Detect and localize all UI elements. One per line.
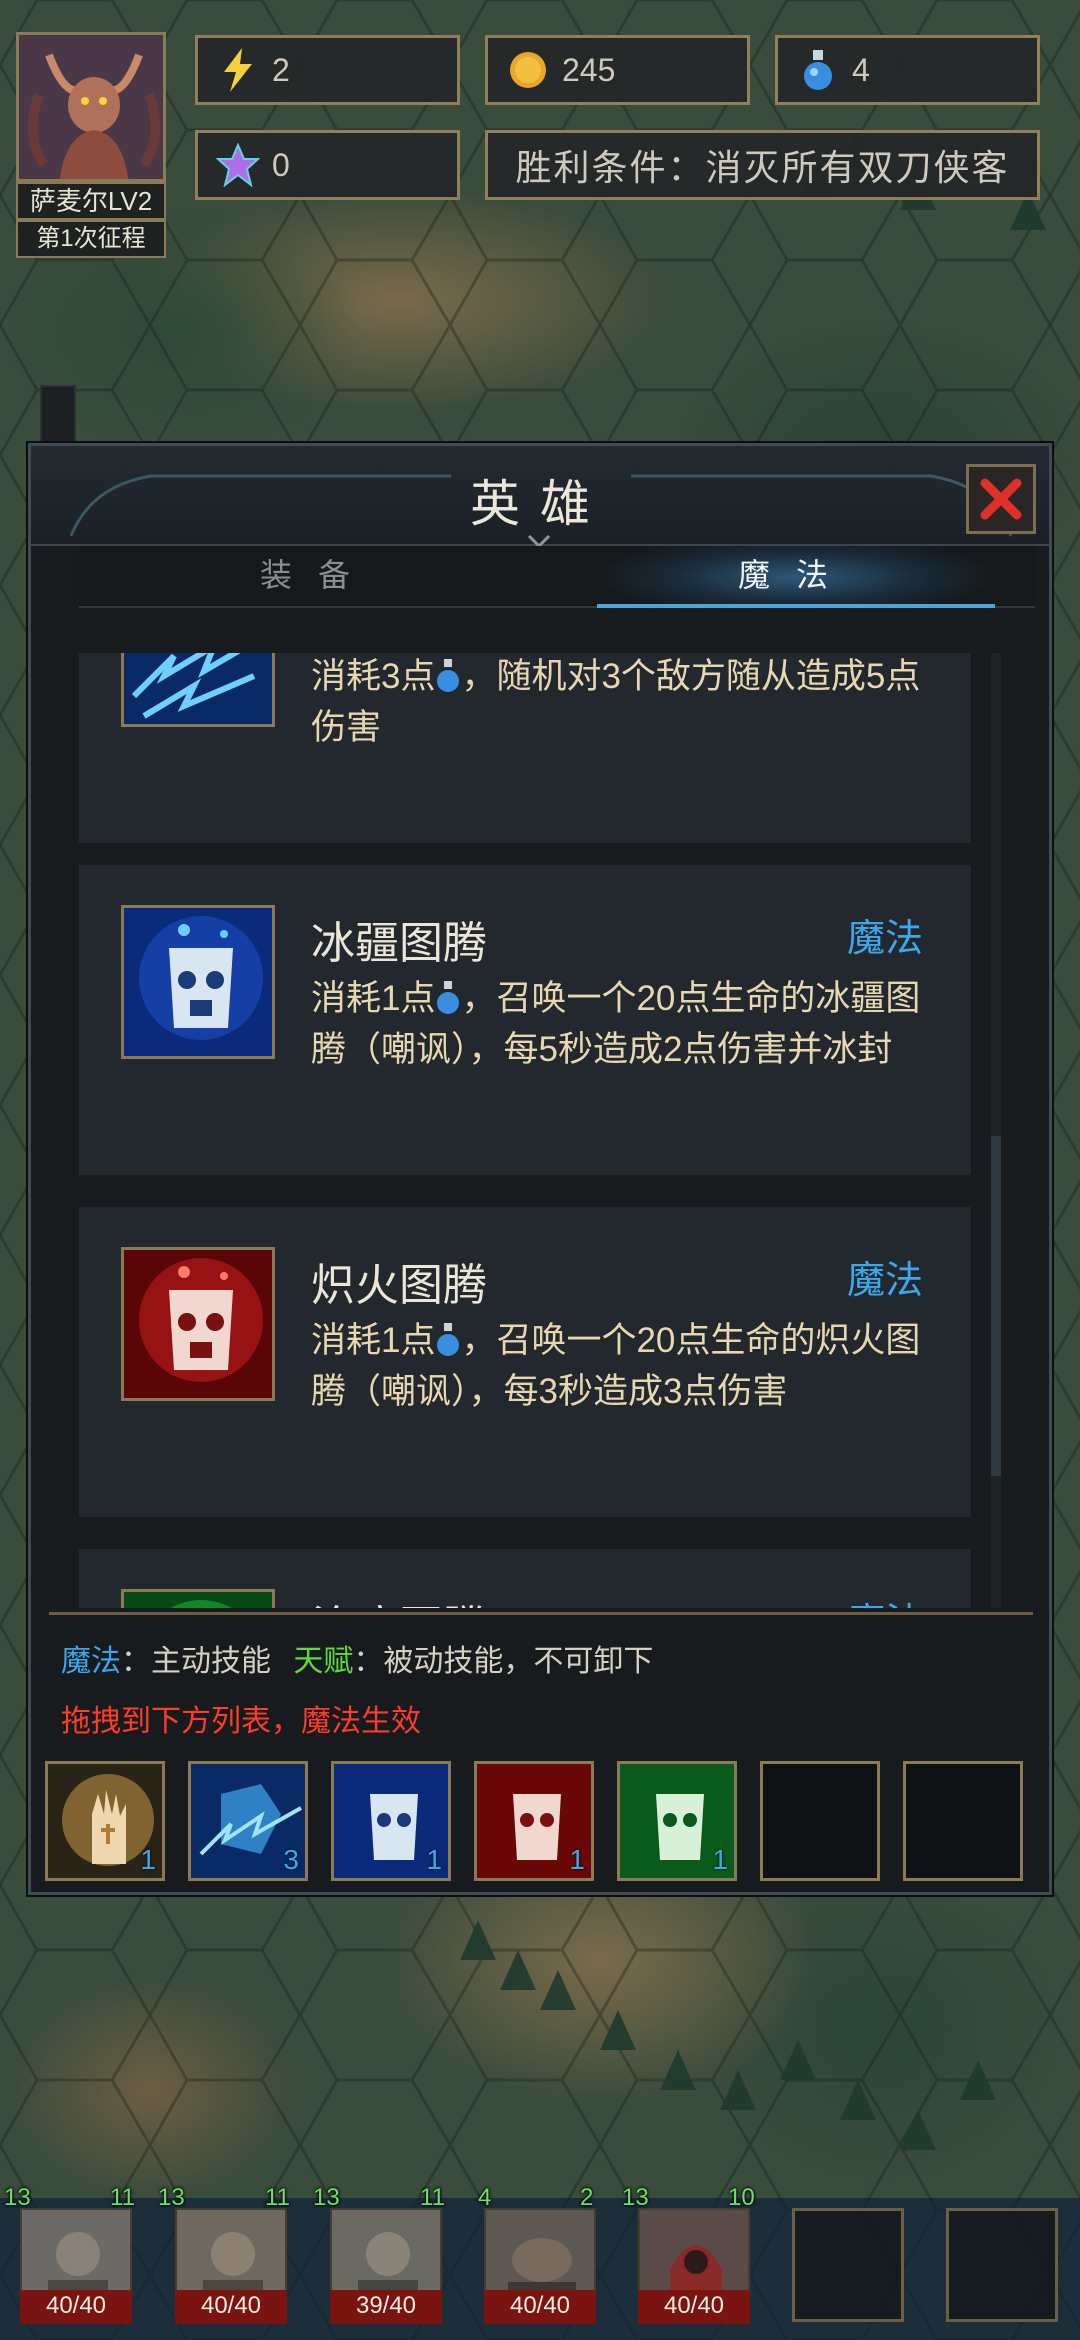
panel-header: 英雄: [31, 446, 1049, 546]
unit-hp: 40/40: [638, 2290, 750, 2324]
skill-name: 炽火图腾: [311, 1261, 487, 1310]
empty-unit-slot[interactable]: [946, 2208, 1058, 2322]
tab-equipment[interactable]: 装备: [79, 546, 557, 608]
slot-count: 1: [569, 1844, 585, 1875]
skill-description: 消耗3点 ，随机对3个敌方随从造成5点伤害: [311, 657, 921, 747]
tab-magic[interactable]: 魔法: [557, 546, 1035, 608]
victory-condition: 胜利条件：消灭所有双刀侠客: [485, 130, 1040, 200]
equipped-slot[interactable]: 1: [45, 1761, 165, 1881]
equipped-slot[interactable]: 1: [617, 1761, 737, 1881]
skill-type: 魔法: [846, 1260, 923, 1302]
unit-attack: 13: [4, 2184, 31, 2211]
empty-equipped-slot[interactable]: [903, 1761, 1023, 1881]
skill-name: 冰疆图腾: [311, 919, 487, 968]
demon-hero-icon: [19, 35, 163, 179]
lightning-icon: [216, 48, 260, 92]
unit-attack: 4: [478, 2184, 492, 2211]
divider: [49, 1612, 1033, 1615]
drag-tip: 拖拽到下方列表，魔法生效: [61, 1705, 421, 1738]
gold-stat: 245: [485, 35, 750, 105]
slot-count: 1: [712, 1844, 728, 1875]
skill-description: 消耗1点 ，召唤一个20点生命的炽火图腾（嘲讽），每3秒造成3点伤害: [311, 1321, 921, 1411]
unit-hp: 40/40: [175, 2290, 287, 2324]
gold-value: 245: [562, 51, 616, 88]
mana-potion-icon: [437, 659, 460, 692]
skill-card[interactable]: 炽火图腾 魔法 消耗1点 ，召唤一个20点生命的炽火图腾（嘲讽），每3秒造成3点伤…: [79, 1207, 971, 1519]
skill-type: 魔法: [846, 918, 923, 960]
energy-value: 2: [272, 51, 290, 88]
rainbow-star-icon: [216, 143, 260, 187]
fire-totem-icon: [121, 1247, 275, 1401]
slot-count: 1: [426, 1844, 442, 1875]
mana-value: 4: [852, 51, 870, 88]
hero-panel: 英雄 装备 魔法 消耗3点 ，随机对3个敌方随从造成5点伤害 冰疆图腾 魔法 消…: [28, 443, 1052, 1895]
unit-hp: 40/40: [20, 2290, 132, 2324]
unit-defense: 11: [110, 2184, 135, 2211]
close-icon: [980, 478, 1022, 520]
panel-tabs: 装备 魔法: [79, 546, 1035, 608]
skill-card[interactable]: 治疗图腾 魔法: [79, 1549, 971, 1608]
close-button[interactable]: [966, 464, 1036, 534]
unit-hp: 39/40: [330, 2290, 442, 2324]
skill-card[interactable]: 冰疆图腾 魔法 消耗1点 ，召唤一个20点生命的冰疆图腾（嘲讽），每5秒造成2点伤…: [79, 865, 971, 1177]
ice-totem-icon: [121, 905, 275, 1059]
mana-stat: 4: [775, 35, 1040, 105]
lightning-storm-icon: [121, 653, 275, 727]
skill-description: 消耗1点 ，召唤一个20点生命的冰疆图腾（嘲讽），每5秒造成2点伤害并冰封: [311, 979, 921, 1069]
skill-card[interactable]: 消耗3点 ，随机对3个敌方随从造成5点伤害: [79, 653, 971, 845]
panel-title: 英雄: [470, 476, 610, 532]
skill-name: 治疗图腾: [311, 1591, 487, 1608]
heal-totem-icon: [121, 1589, 275, 1608]
unit-attack: 13: [622, 2184, 649, 2211]
gold-coin-icon: [506, 48, 550, 92]
slot-count: 3: [283, 1844, 299, 1875]
energy-stat: 2: [195, 35, 460, 105]
unit-attack: 13: [158, 2184, 185, 2211]
mana-potion-icon: [437, 1323, 460, 1356]
legend: 魔法：主动技能 天赋：被动技能，不可卸下: [61, 1645, 654, 1678]
hero-portrait[interactable]: [16, 32, 166, 182]
equipped-slot[interactable]: 3: [188, 1761, 308, 1881]
skill-list[interactable]: 消耗3点 ，随机对3个敌方随从造成5点伤害 冰疆图腾 魔法 消耗1点 ，召唤一个20…: [79, 653, 1039, 1608]
unit-attack: 13: [313, 2184, 340, 2211]
skill-list-scroll-thumb[interactable]: [991, 1136, 1001, 1476]
unit-defense: 11: [265, 2184, 290, 2211]
slot-count: 1: [140, 1844, 156, 1875]
unit-defense: 10: [728, 2184, 755, 2211]
mana-potion-icon: [796, 48, 840, 92]
equipped-slot[interactable]: 1: [474, 1761, 594, 1881]
unit-hp: 40/40: [484, 2290, 596, 2324]
crystal-stat: 0: [195, 130, 460, 200]
empty-equipped-slot[interactable]: [760, 1761, 880, 1881]
expedition-count: 第1次征程: [16, 220, 166, 258]
unit-defense: 11: [420, 2184, 445, 2211]
hero-name: 萨麦尔LV2: [16, 182, 166, 220]
unit-defense: 2: [580, 2184, 594, 2211]
crystal-value: 0: [272, 146, 290, 183]
empty-unit-slot[interactable]: [792, 2208, 904, 2322]
equipped-slot[interactable]: 1: [331, 1761, 451, 1881]
skill-type: 魔法: [847, 1591, 923, 1608]
mana-potion-icon: [437, 981, 460, 1014]
